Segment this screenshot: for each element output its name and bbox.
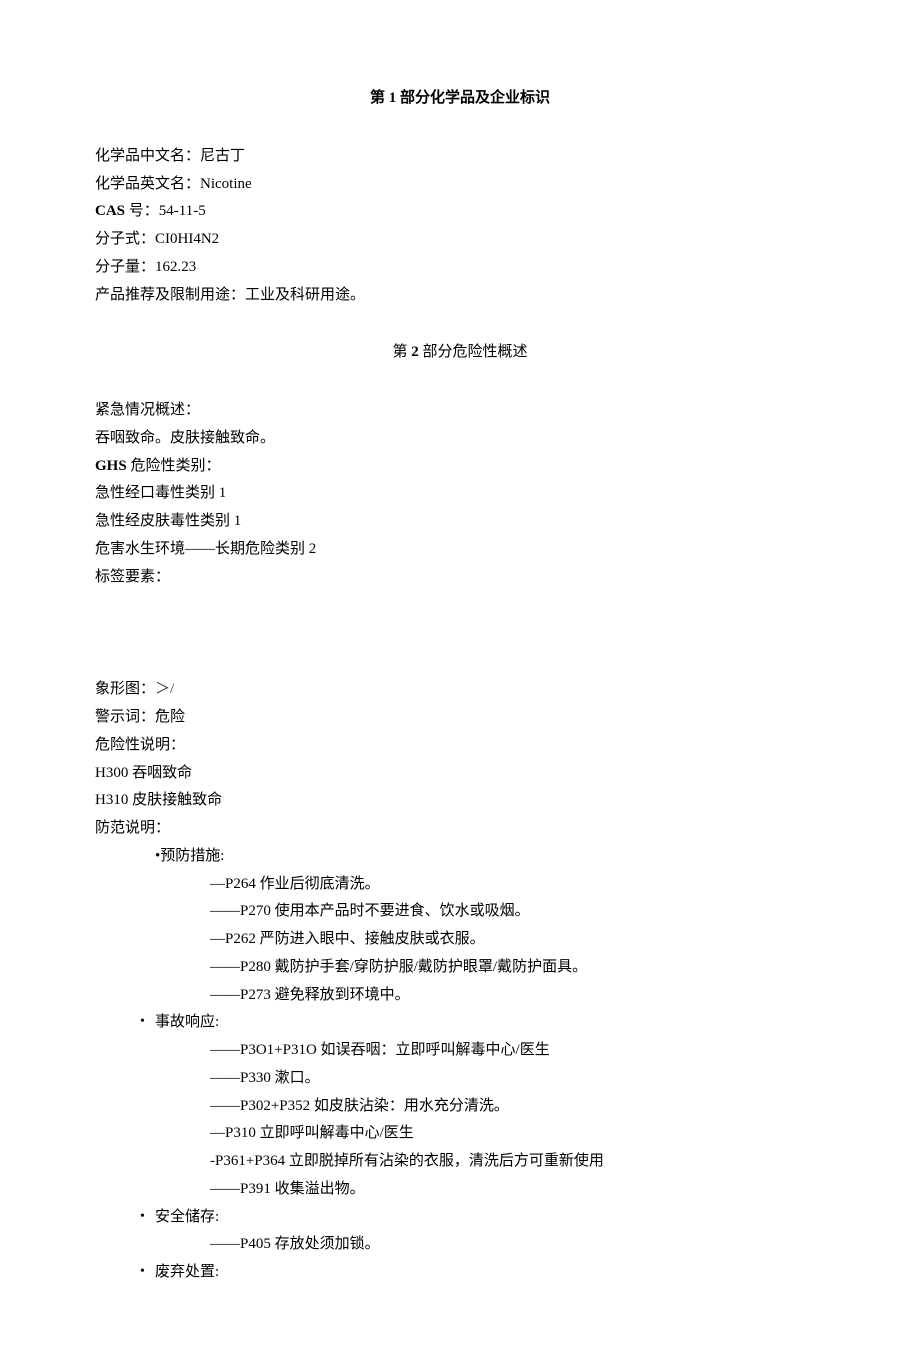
precaution-item: ——P270 使用本产品时不要进食、饮水或吸烟。 bbox=[95, 898, 825, 926]
cas-label-bold: CAS bbox=[95, 203, 125, 219]
precaution-item: ——P330 漱口。 bbox=[95, 1065, 825, 1093]
precaution-group-3-header: 废弃处置: bbox=[95, 1259, 825, 1287]
section1-title: 第 1 部分化学品及企业标识 bbox=[95, 85, 825, 113]
signal-line: 警示词：危险 bbox=[95, 704, 825, 732]
section2-title: 第 2 部分危险性概述 bbox=[95, 339, 825, 367]
section1-content: 化学品中文名：尼古丁 化学品英文名：Nicotine CAS 号：54-11-5… bbox=[95, 143, 825, 310]
weight-label: 分子量： bbox=[95, 259, 155, 275]
ghs-line-2: 危害水生环境——长期危险类别 2 bbox=[95, 536, 825, 564]
hazard-label: 危险性说明： bbox=[95, 732, 825, 760]
name-cn-line: 化学品中文名：尼古丁 bbox=[95, 143, 825, 171]
usage-label: 产品推荐及限制用途： bbox=[95, 287, 245, 303]
precaution-group-2-header: 安全储存: bbox=[95, 1204, 825, 1232]
precaution-label: 防范说明： bbox=[95, 815, 825, 843]
precaution-item: —P262 严防进入眼中、接触皮肤或衣服。 bbox=[95, 926, 825, 954]
signal-label: 警示词： bbox=[95, 709, 155, 725]
precaution-group-0-header: •预防措施: bbox=[95, 843, 825, 871]
precaution-item: ——P273 避免释放到环境中。 bbox=[95, 982, 825, 1010]
section2-title-suffix: 部分危险性概述 bbox=[419, 344, 528, 360]
weight-line: 分子量：162.23 bbox=[95, 254, 825, 282]
formula-line: 分子式：CI0HI4N2 bbox=[95, 226, 825, 254]
precaution-item: ——P391 收集溢出物。 bbox=[95, 1176, 825, 1204]
usage-value: 工业及科研用途。 bbox=[245, 287, 365, 303]
cas-label-suffix: 号： bbox=[125, 203, 159, 219]
precaution-group-1-header: 事故响应: bbox=[95, 1009, 825, 1037]
formula-value: CI0HI4N2 bbox=[155, 231, 219, 247]
precaution-item: -P361+P364 立即脱掉所有沾染的衣服，清洗后方可重新使用 bbox=[95, 1148, 825, 1176]
emergency-text: 吞咽致命。皮肤接触致命。 bbox=[95, 425, 825, 453]
cas-value: 54-11-5 bbox=[159, 203, 206, 219]
precaution-item: —P310 立即呼叫解毒中心/医生 bbox=[95, 1120, 825, 1148]
hazard-statement-0: H300 吞咽致命 bbox=[95, 760, 825, 788]
weight-value: 162.23 bbox=[155, 259, 196, 275]
section2-content: 紧急情况概述： 吞咽致命。皮肤接触致命。 GHS 危险性类别： 急性经口毒性类别… bbox=[95, 397, 825, 1287]
pictogram-label: 象形图： bbox=[95, 681, 155, 697]
precaution-item: ——P405 存放处须加锁。 bbox=[95, 1231, 825, 1259]
precaution-item: ——P3O1+P31O 如误吞咽：立即呼叫解毒中心/医生 bbox=[95, 1037, 825, 1065]
precaution-item: —P264 作业后彻底清洗。 bbox=[95, 871, 825, 899]
ghs-label-rest: 危险性类别： bbox=[127, 458, 221, 474]
ghs-label-line: GHS 危险性类别： bbox=[95, 453, 825, 481]
name-en-value: Nicotine bbox=[200, 176, 252, 192]
precaution-item: ——P280 戴防护手套/穿防护服/戴防护眼罩/戴防护面具。 bbox=[95, 954, 825, 982]
section1-title-prefix: 第 bbox=[370, 90, 389, 106]
pictogram-line: 象形图：＞/ bbox=[95, 676, 825, 704]
name-en-line: 化学品英文名：Nicotine bbox=[95, 171, 825, 199]
usage-line: 产品推荐及限制用途：工业及科研用途。 bbox=[95, 282, 825, 310]
pictogram-symbol: ＞/ bbox=[155, 681, 174, 697]
section2-title-num: 2 bbox=[411, 344, 419, 360]
name-cn-value: 尼古丁 bbox=[200, 148, 245, 164]
pictogram-gap bbox=[95, 591, 825, 676]
section2-title-prefix: 第 bbox=[392, 344, 411, 360]
ghs-line-1: 急性经皮肤毒性类别 1 bbox=[95, 508, 825, 536]
precaution-item: ——P302+P352 如皮肤沾染：用水充分清洗。 bbox=[95, 1093, 825, 1121]
precaution-list: •预防措施: —P264 作业后彻底清洗。 ——P270 使用本产品时不要进食、… bbox=[95, 843, 825, 1287]
formula-label: 分子式： bbox=[95, 231, 155, 247]
ghs-label-bold: GHS bbox=[95, 458, 127, 474]
ghs-line-0: 急性经口毒性类别 1 bbox=[95, 480, 825, 508]
signal-value: 危险 bbox=[155, 709, 185, 725]
name-en-label: 化学品英文名： bbox=[95, 176, 200, 192]
hazard-statement-1: H310 皮肤接触致命 bbox=[95, 787, 825, 815]
label-elements: 标签要素： bbox=[95, 564, 825, 592]
emergency-label: 紧急情况概述： bbox=[95, 397, 825, 425]
section1-title-suffix: 部分化学品及企业标识 bbox=[396, 90, 550, 106]
cas-line: CAS 号：54-11-5 bbox=[95, 198, 825, 226]
name-cn-label: 化学品中文名： bbox=[95, 148, 200, 164]
